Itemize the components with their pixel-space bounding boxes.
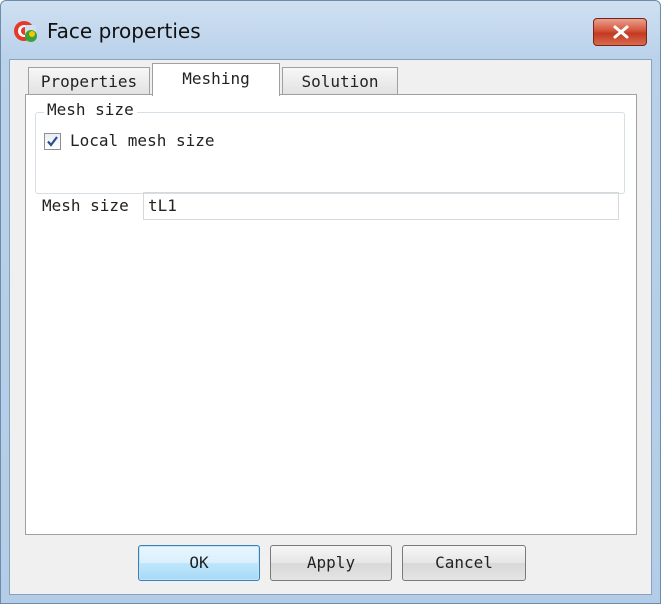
app-logo-icon bbox=[13, 19, 39, 45]
local-mesh-size-label[interactable]: Local mesh size bbox=[70, 131, 215, 150]
apply-button[interactable]: Apply bbox=[270, 545, 392, 581]
cancel-button[interactable]: Cancel bbox=[402, 545, 526, 581]
face-properties-dialog: Face properties Properties Meshing Solut… bbox=[0, 0, 661, 604]
tab-properties[interactable]: Properties bbox=[28, 67, 150, 94]
dialog-client-area: Properties Meshing Solution Mesh size Lo… bbox=[9, 59, 652, 595]
checkmark-icon bbox=[47, 136, 58, 147]
close-icon bbox=[613, 25, 629, 39]
tab-solution[interactable]: Solution bbox=[282, 67, 398, 94]
meshing-tab-panel: Mesh size Local mesh size Mesh size tL1 bbox=[25, 94, 637, 535]
close-button[interactable] bbox=[593, 18, 647, 46]
title-bar[interactable]: Face properties bbox=[1, 1, 660, 59]
local-mesh-size-checkbox[interactable] bbox=[44, 133, 61, 150]
mesh-size-label: Mesh size bbox=[42, 196, 129, 215]
window-title: Face properties bbox=[47, 19, 201, 43]
tab-meshing[interactable]: Meshing bbox=[152, 63, 280, 96]
ok-button[interactable]: OK bbox=[138, 545, 260, 581]
group-title: Mesh size bbox=[44, 100, 137, 119]
mesh-size-input[interactable]: tL1 bbox=[143, 192, 619, 220]
mesh-size-group bbox=[35, 112, 625, 194]
